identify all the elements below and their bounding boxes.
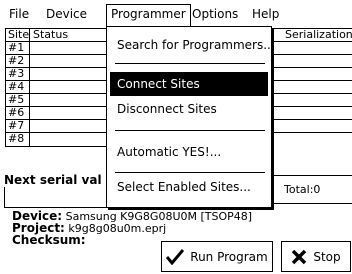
next-serial-label: Next serial val — [4, 173, 104, 187]
site-cell: #3 — [6, 68, 30, 80]
status-cell — [30, 120, 108, 132]
serial-cell — [271, 42, 352, 54]
serial-cell — [271, 120, 352, 132]
table-row — [271, 94, 352, 107]
menu-item-select-enabled-sites[interactable]: Select Enabled Sites... — [110, 175, 268, 199]
serial-cell — [271, 81, 352, 93]
status-cell — [30, 94, 108, 106]
menu-options[interactable]: Options — [192, 6, 238, 26]
stop-button[interactable]: Stop — [281, 241, 351, 272]
table-row[interactable]: #8 — [6, 133, 108, 146]
total-count: Total:0 — [284, 183, 321, 196]
menu-help[interactable]: Help — [252, 6, 279, 26]
table-row — [271, 133, 352, 146]
menu-separator — [115, 63, 265, 64]
serial-cell — [271, 107, 352, 119]
menu-programmer[interactable]: Programmer — [106, 4, 191, 26]
run-program-label: Run Program — [190, 249, 268, 264]
site-cell: #8 — [6, 133, 30, 146]
status-cell — [30, 55, 108, 67]
checksum-label: Checksum: — [12, 233, 86, 247]
menu-item-connect-sites[interactable]: Connect Sites — [110, 72, 268, 96]
site-cell: #5 — [6, 94, 30, 106]
menu-item-automatic-yes[interactable]: Automatic YES!... — [110, 140, 268, 164]
status-cell — [30, 42, 108, 54]
status-cell — [30, 107, 108, 119]
serial-cell — [271, 133, 352, 146]
header-site: Site — [8, 28, 30, 41]
table-header: Serialization — [271, 29, 352, 42]
cross-icon — [292, 249, 307, 264]
table-row — [271, 120, 352, 133]
menu-item-disconnect-sites[interactable]: Disconnect Sites — [110, 97, 268, 121]
programmer-dropdown: Search for Programmers... Connect Sites … — [106, 26, 275, 208]
stop-label: Stop — [313, 249, 341, 264]
menu-separator — [115, 172, 265, 173]
site-cell: #2 — [6, 55, 30, 67]
run-program-button[interactable]: Run Program — [161, 241, 273, 272]
menu-device[interactable]: Device — [46, 6, 87, 26]
menu-separator — [115, 130, 265, 131]
serial-cell — [271, 68, 352, 80]
menu-bar: File Device Programmer Options Help — [0, 0, 352, 26]
status-cell — [30, 133, 108, 146]
serial-cell — [271, 55, 352, 67]
site-cell: #6 — [6, 107, 30, 119]
serialization-column: Serialization — [270, 28, 352, 146]
header-status: Status — [33, 28, 69, 41]
site-cell: #7 — [6, 120, 30, 132]
table-row — [271, 42, 352, 55]
table-row — [271, 55, 352, 68]
status-cell — [30, 68, 108, 80]
table-row — [271, 107, 352, 120]
serial-cell — [271, 94, 352, 106]
sites-table: Site Status #1 #2 #3 #4 #5 #6 #7 #8 — [5, 28, 109, 147]
checkmark-icon — [166, 248, 185, 265]
site-cell: #4 — [6, 81, 30, 93]
menu-file[interactable]: File — [9, 6, 29, 26]
menu-item-search-programmers[interactable]: Search for Programmers... — [110, 33, 275, 57]
status-cell — [30, 81, 108, 93]
table-row — [271, 81, 352, 94]
header-serialization: Serialization — [285, 28, 352, 41]
table-row — [271, 68, 352, 81]
site-cell: #1 — [6, 42, 30, 54]
checksum-line: Checksum: — [12, 234, 86, 247]
